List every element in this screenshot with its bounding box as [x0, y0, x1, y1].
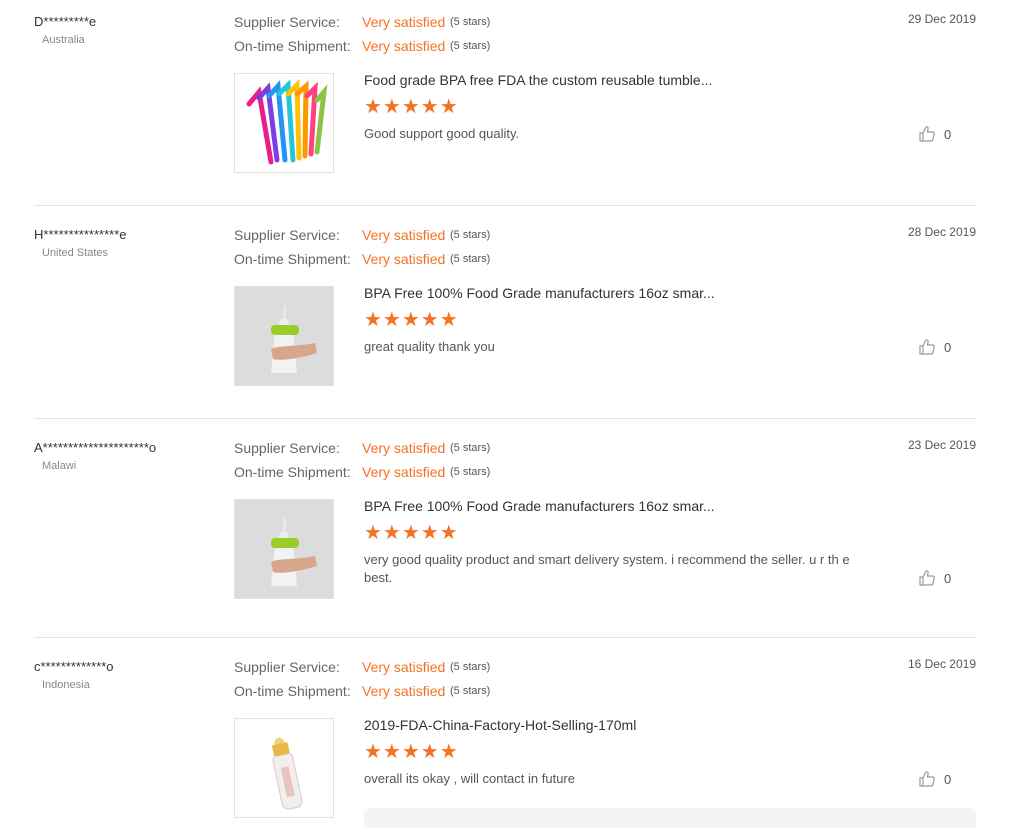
product-title-link[interactable]: 2019-FDA-China-Factory-Hot-Selling-170ml	[364, 717, 636, 733]
review-comment: very good quality product and smart deli…	[364, 552, 850, 585]
review-comment: overall its okay , will contact in futur…	[364, 771, 575, 786]
thumbs-up-icon	[919, 771, 935, 787]
ontime-shipment-label: On-time Shipment:	[234, 38, 351, 54]
supplier-service-value: Very satisfied	[362, 227, 446, 243]
ontime-shipment-stars: (5 stars)	[450, 685, 491, 697]
buyer-name: A*********************o	[34, 440, 157, 455]
supplier-reply-box	[364, 808, 976, 828]
supplier-service-label: Supplier Service:	[234, 659, 340, 675]
review-item: H***************e United States Supplier…	[34, 225, 976, 419]
product-title-link[interactable]: BPA Free 100% Food Grade manufacturers 1…	[364, 285, 715, 301]
product-title-link[interactable]: Food grade BPA free FDA the custom reusa…	[364, 72, 712, 88]
ontime-shipment-label: On-time Shipment:	[234, 251, 351, 267]
supplier-service-stars: (5 stars)	[450, 661, 491, 673]
like-button[interactable]: 0	[918, 770, 951, 788]
ontime-shipment-stars: (5 stars)	[450, 466, 491, 478]
review-date: 16 Dec 2019	[907, 657, 976, 671]
review-comment: great quality thank you	[364, 339, 495, 354]
buyer-country: United States	[42, 247, 109, 259]
like-count: 0	[944, 339, 952, 355]
review-item: c*************o Indonesia Supplier Servi…	[34, 657, 976, 824]
baby-bottle-image	[235, 287, 333, 385]
product-title-link[interactable]: BPA Free 100% Food Grade manufacturers 1…	[364, 498, 715, 514]
ontime-shipment-value: Very satisfied	[362, 251, 446, 267]
product-thumbnail[interactable]	[234, 73, 334, 173]
like-count: 0	[944, 126, 952, 142]
supplier-service-value: Very satisfied	[362, 659, 446, 675]
buyer-name: H***************e	[34, 227, 127, 242]
supplier-service-stars: (5 stars)	[450, 16, 491, 28]
buyer-country: Malawi	[42, 460, 77, 472]
review-date: 29 Dec 2019	[907, 12, 976, 26]
supplier-service-label: Supplier Service:	[234, 227, 340, 243]
supplier-service-value: Very satisfied	[362, 14, 446, 30]
supplier-service-stars: (5 stars)	[450, 442, 491, 454]
ontime-shipment-value: Very satisfied	[362, 38, 446, 54]
like-button[interactable]: 0	[918, 125, 951, 143]
like-button[interactable]: 0	[918, 569, 951, 587]
baby-bottle-image	[235, 500, 333, 598]
ontime-shipment-stars: (5 stars)	[450, 40, 491, 52]
buyer-country: Indonesia	[42, 679, 90, 691]
supplier-service-label: Supplier Service:	[234, 14, 340, 30]
ontime-shipment-value: Very satisfied	[362, 464, 446, 480]
ontime-shipment-label: On-time Shipment:	[234, 464, 351, 480]
thumbs-up-icon	[919, 126, 935, 142]
buyer-name: D*********e	[34, 14, 97, 29]
review-comment: Good support good quality.	[364, 126, 520, 141]
ontime-shipment-label: On-time Shipment:	[234, 683, 351, 699]
buyer-name: c*************o	[34, 659, 114, 674]
review-item: D*********e Australia Supplier Service: …	[34, 12, 976, 206]
like-count: 0	[944, 570, 952, 586]
review-date: 28 Dec 2019	[907, 225, 976, 239]
product-thumbnail[interactable]	[234, 718, 334, 818]
star-rating: ★★★★★	[364, 741, 459, 763]
supplier-service-label: Supplier Service:	[234, 440, 340, 456]
thumbs-up-icon	[919, 339, 935, 355]
product-thumbnail[interactable]	[234, 499, 334, 599]
star-rating: ★★★★★	[364, 96, 459, 118]
glass-bottle-image	[272, 737, 303, 810]
like-count: 0	[944, 771, 952, 787]
supplier-service-value: Very satisfied	[362, 440, 446, 456]
ontime-shipment-value: Very satisfied	[362, 683, 446, 699]
silicone-straws-image	[246, 79, 328, 165]
ontime-shipment-stars: (5 stars)	[450, 253, 491, 265]
star-rating: ★★★★★	[364, 309, 459, 331]
buyer-country: Australia	[42, 34, 85, 46]
product-thumbnail[interactable]	[234, 286, 334, 386]
thumbs-up-icon	[919, 570, 935, 586]
star-rating: ★★★★★	[364, 522, 459, 544]
review-date: 23 Dec 2019	[907, 438, 976, 452]
like-button[interactable]: 0	[918, 338, 951, 356]
review-item: A*********************o Malawi Supplier …	[34, 438, 976, 638]
supplier-service-stars: (5 stars)	[450, 229, 491, 241]
